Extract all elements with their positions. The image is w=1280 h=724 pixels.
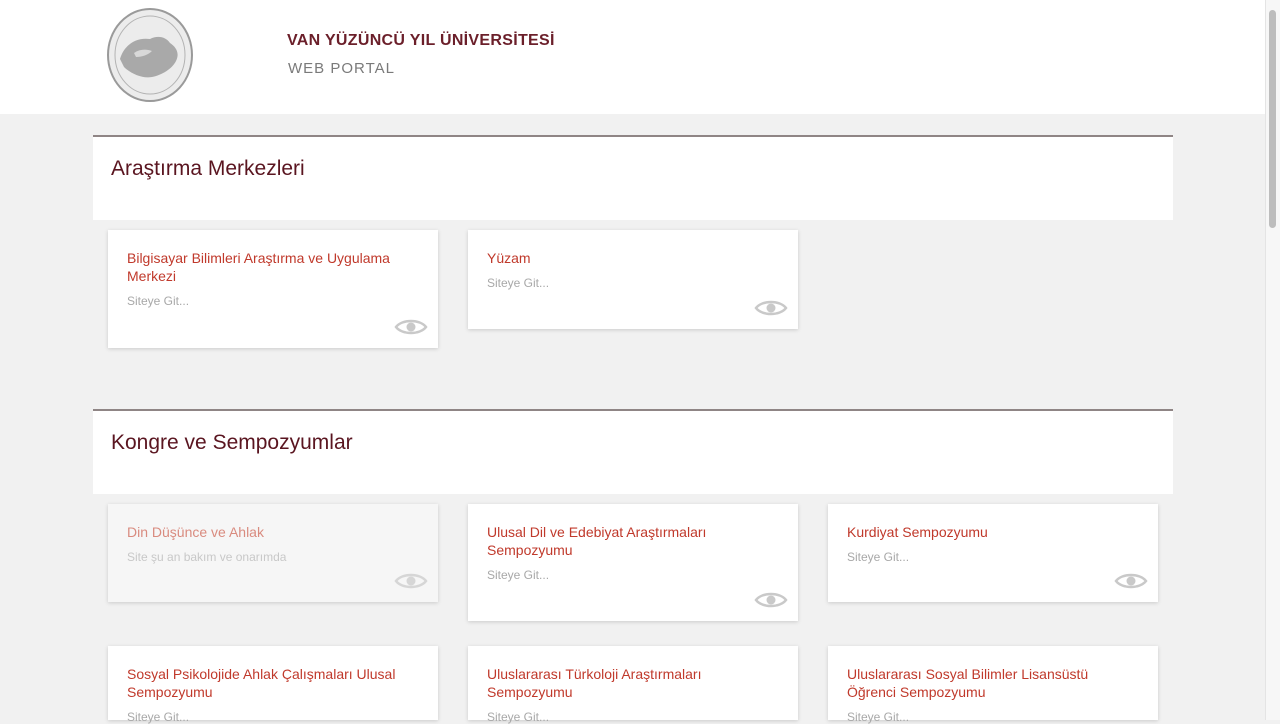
card-go-link[interactable]: Siteye Git...	[487, 276, 780, 290]
card-title[interactable]: Kurdiyat Sempozyumu	[847, 523, 1140, 541]
site-header: VAN YÜZÜNCÜ YIL ÜNİVERSİTESİ WEB PORTAL	[0, 0, 1266, 114]
section-header-research-centers: Araştırma Merkezleri	[93, 135, 1173, 220]
university-name: VAN YÜZÜNCÜ YIL ÜNİVERSİTESİ	[287, 32, 555, 49]
card-go-link[interactable]: Siteye Git...	[847, 550, 1140, 564]
card-go-link[interactable]: Siteye Git...	[847, 710, 1140, 724]
section-title: Kongre ve Sempozyumlar	[111, 431, 353, 454]
card-title[interactable]: Ulusal Dil ve Edebiyat Araştırmaları Sem…	[487, 523, 780, 559]
card-go-link[interactable]: Siteye Git...	[127, 294, 420, 308]
card-go-link[interactable]: Siteye Git...	[487, 568, 780, 582]
card-title[interactable]: Yüzam	[487, 249, 780, 267]
scrollbar-thumb[interactable]	[1269, 10, 1276, 228]
card-computer-science-center[interactable]: Bilgisayar Bilimleri Araştırma ve Uygula…	[108, 230, 438, 348]
card-ulusal-dil-edebiyat[interactable]: Ulusal Dil ve Edebiyat Araştırmaları Sem…	[468, 504, 798, 621]
eye-icon[interactable]	[754, 589, 788, 611]
card-go-link[interactable]: Siteye Git...	[127, 710, 420, 724]
eye-icon[interactable]	[754, 297, 788, 319]
card-title[interactable]: Din Düşünce ve Ahlak	[127, 523, 420, 541]
card-title[interactable]: Bilgisayar Bilimleri Araştırma ve Uygula…	[127, 249, 420, 285]
card-go-link[interactable]: Siteye Git...	[487, 710, 780, 724]
card-yuzam[interactable]: Yüzam Siteye Git...	[468, 230, 798, 329]
card-din-dusunce-ahlak[interactable]: Din Düşünce ve Ahlak Site şu an bakım ve…	[108, 504, 438, 602]
card-title[interactable]: Uluslararası Sosyal Bilimler Lisansüstü …	[847, 665, 1140, 701]
card-title[interactable]: Uluslararası Türkoloji Araştırmaları Sem…	[487, 665, 780, 701]
eye-icon[interactable]	[394, 316, 428, 338]
card-maintenance-note: Site şu an bakım ve onarımda	[127, 550, 287, 564]
section-title: Araştırma Merkezleri	[111, 157, 305, 180]
eye-icon[interactable]	[1114, 570, 1148, 592]
card-sosyal-psikoloji[interactable]: Sosyal Psikolojide Ahlak Çalışmaları Ulu…	[108, 646, 438, 724]
card-lisansustu-ogrenci[interactable]: Uluslararası Sosyal Bilimler Lisansüstü …	[828, 646, 1158, 724]
eye-icon[interactable]	[394, 570, 428, 592]
portal-subtitle: WEB PORTAL	[288, 60, 395, 77]
card-kurdiyat[interactable]: Kurdiyat Sempozyumu Siteye Git...	[828, 504, 1158, 602]
page-scrollbar[interactable]	[1265, 0, 1280, 720]
card-uluslararasi-turkoloji[interactable]: Uluslararası Türkoloji Araştırmaları Sem…	[468, 646, 798, 724]
section-header-congresses: Kongre ve Sempozyumlar	[93, 409, 1173, 494]
card-title[interactable]: Sosyal Psikolojide Ahlak Çalışmaları Ulu…	[127, 665, 420, 701]
university-seal-logo[interactable]	[106, 7, 194, 103]
